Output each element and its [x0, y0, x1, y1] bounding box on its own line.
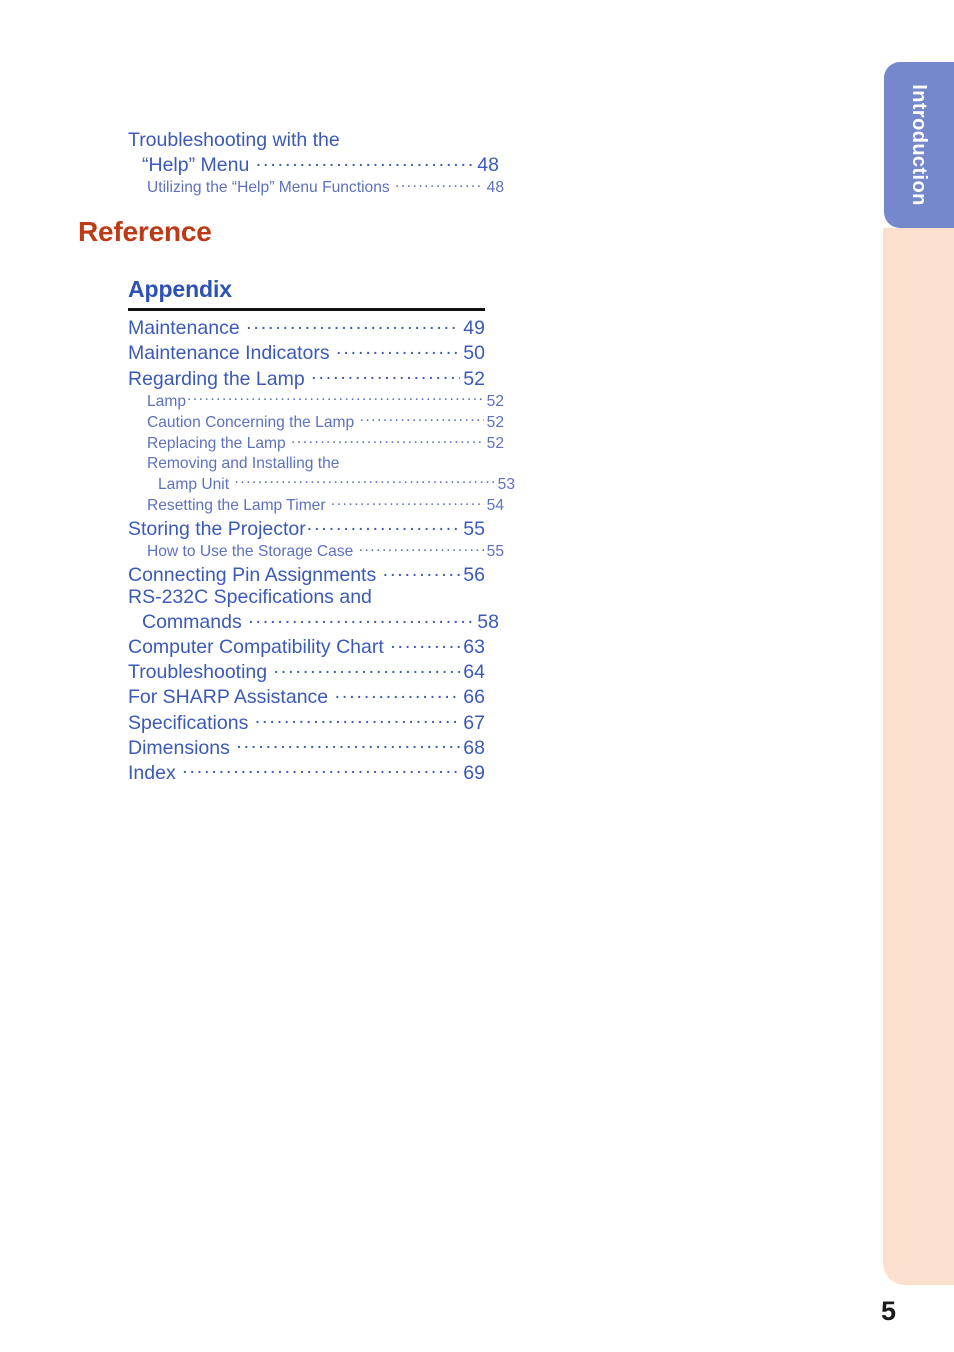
toc-entry-label: Specifications	[128, 711, 254, 734]
toc-entry-label: Lamp	[147, 392, 187, 410]
toc-entry-page-number: 66	[463, 686, 485, 709]
toc-entry-label: Dimensions	[128, 736, 236, 759]
toc-entry-wrapped-line: Troubleshooting with the	[128, 129, 340, 151]
toc-entry-label: Maintenance Indicators	[128, 342, 336, 365]
reference-heading-spacer	[128, 198, 485, 276]
toc-dot-leader	[256, 152, 474, 172]
toc-entry-label: Replacing the Lamp	[147, 435, 291, 453]
toc-entry[interactable]: Lamp 52	[147, 390, 504, 411]
toc-entry[interactable]: Troubleshooting 64	[128, 659, 485, 684]
toc-dot-leader	[248, 609, 474, 629]
toc-entry-label: Commands	[142, 611, 248, 634]
toc-dot-leader	[395, 177, 484, 193]
toc-dot-leader	[360, 411, 484, 427]
toc-entry-page-number: 53	[497, 475, 515, 493]
toc-entry-page-number: 52	[486, 435, 504, 453]
toc-dot-leader	[234, 473, 495, 489]
toc-entry-page-number: 63	[463, 636, 485, 659]
toc-dot-leader	[182, 759, 460, 779]
toc-dot-leader	[331, 495, 484, 511]
toc-entry-page-number: 64	[463, 661, 485, 684]
toc-entry[interactable]: Replacing the Lamp 52	[147, 433, 504, 454]
toc-entry[interactable]: Regarding the Lamp 52	[128, 365, 485, 390]
toc-entry-list-appendix: Maintenance 49Maintenance Indicators 50R…	[128, 315, 515, 784]
page-number: 5	[881, 1296, 897, 1326]
toc-entry-page-number: 55	[486, 543, 504, 561]
toc-entry-label: Utilizing the “Help” Menu Functions	[147, 179, 395, 197]
toc-dot-leader	[236, 734, 460, 754]
toc-dot-leader	[187, 390, 484, 406]
toc-group-top: Troubleshooting with the“Help” Menu 48Ut…	[128, 129, 504, 198]
toc-entry-label: How to Use the Storage Case	[147, 543, 358, 561]
toc-entry-page-number: 48	[486, 179, 504, 197]
toc-entry-page-number: 68	[463, 736, 485, 759]
toc-entry-list-top: Troubleshooting with the“Help” Menu 48Ut…	[128, 129, 504, 198]
toc-entry[interactable]: Index 69	[128, 759, 485, 784]
section-heading-appendix: Appendix	[128, 275, 232, 302]
toc-entry-label: Lamp Unit	[158, 475, 234, 493]
toc-entry-wrapped-line: RS-232C Specifications and	[128, 586, 372, 609]
toc-entry-wrapped-line: Removing and Installing the	[147, 454, 340, 472]
toc-dot-leader	[307, 516, 460, 536]
toc-entry-page-number: 67	[463, 711, 485, 734]
toc-entry-label: Regarding the Lamp	[128, 367, 311, 390]
toc-entry[interactable]: Commands 58	[142, 609, 499, 634]
toc-dot-leader	[274, 659, 460, 679]
toc-entry-page-number: 50	[463, 342, 485, 365]
toc-dot-leader	[246, 315, 460, 335]
toc-entry[interactable]: Maintenance Indicators 50	[128, 340, 485, 365]
toc-dot-leader	[255, 709, 460, 729]
toc-entry-page-number: 48	[477, 154, 499, 177]
toc-entry[interactable]: Connecting Pin Assignments 56	[128, 562, 485, 587]
toc-entry[interactable]: Caution Concerning the Lamp 52	[147, 411, 504, 432]
section-tab-label: Introduction	[908, 84, 931, 206]
toc-entry-page-number: 69	[463, 761, 485, 784]
toc-entry[interactable]: Lamp Unit 53	[158, 473, 515, 494]
toc-entry-page-number: 52	[486, 392, 504, 410]
toc-dot-leader	[335, 684, 460, 704]
toc-entry[interactable]: Storing the Projector 55	[128, 516, 485, 541]
toc-entry-label: “Help” Menu	[142, 154, 255, 177]
toc-entry-page-number: 55	[463, 518, 485, 541]
toc-entry-label: Maintenance	[128, 317, 246, 340]
toc-entry-label: Storing the Projector	[128, 518, 306, 541]
toc-entry-page-number: 58	[477, 611, 499, 634]
toc-entry-label: Resetting the Lamp Timer	[147, 497, 330, 515]
toc-entry-page-number: 49	[463, 317, 485, 340]
toc-entry-label: Index	[128, 761, 182, 784]
heading-divider	[128, 307, 485, 311]
toc-dot-leader	[311, 365, 460, 385]
toc-entry[interactable]: “Help” Menu 48	[142, 152, 499, 177]
toc-entry[interactable]: Specifications 67	[128, 709, 485, 734]
section-tab-introduction[interactable]: Introduction	[884, 62, 954, 228]
toc-entry-label: Troubleshooting	[128, 661, 273, 684]
toc-entry[interactable]: Computer Compatibility Chart 63	[128, 634, 485, 659]
toc-entry-label: Caution Concerning the Lamp	[147, 413, 359, 431]
toc-entry-label: Computer Compatibility Chart	[128, 636, 390, 659]
toc-entry[interactable]: Resetting the Lamp Timer 54	[147, 495, 504, 516]
toc-entry-label: Connecting Pin Assignments	[128, 564, 382, 587]
toc-entry-page-number: 54	[486, 497, 504, 515]
sidebar-panel	[883, 228, 954, 1285]
toc-dot-leader	[390, 634, 460, 654]
toc-dot-leader	[336, 340, 460, 360]
toc-entry[interactable]: How to Use the Storage Case 55	[147, 541, 504, 562]
table-of-contents: Troubleshooting with the“Help” Menu 48Ut…	[128, 129, 515, 784]
toc-entry[interactable]: For SHARP Assistance 66	[128, 684, 485, 709]
toc-dot-leader	[359, 541, 484, 557]
toc-dot-leader	[291, 433, 484, 449]
toc-entry-page-number: 52	[463, 367, 485, 390]
toc-entry[interactable]: Utilizing the “Help” Menu Functions 48	[147, 177, 504, 198]
toc-entry-page-number: 52	[486, 413, 504, 431]
toc-entry[interactable]: Maintenance 49	[128, 315, 485, 340]
toc-entry-page-number: 56	[463, 564, 485, 587]
toc-dot-leader	[383, 562, 460, 582]
toc-entry-label: For SHARP Assistance	[128, 686, 334, 709]
toc-entry[interactable]: Dimensions 68	[128, 734, 485, 759]
